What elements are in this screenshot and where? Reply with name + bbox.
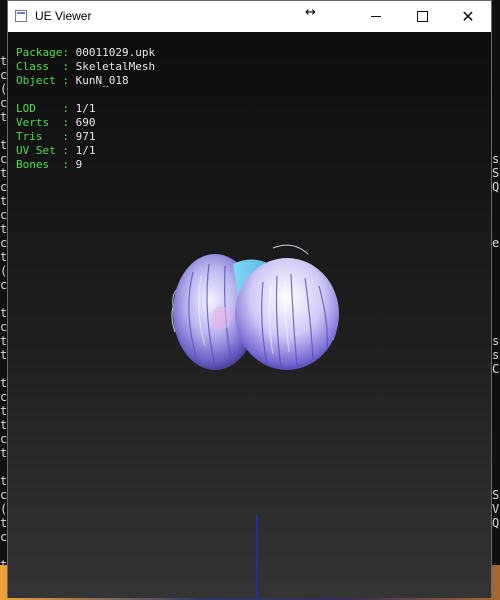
mesh-viewport[interactable]: Package: 00011029.upk Class : SkeletalMe…: [8, 32, 491, 598]
info-lod: LOD : 1/1: [16, 102, 95, 116]
console-char: e: [492, 236, 500, 250]
info-tris: Tris : 971: [16, 130, 95, 144]
info-verts-label: Verts :: [16, 116, 69, 129]
info-verts-value: 690: [75, 116, 96, 129]
info-class-value: SkeletalMesh: [75, 60, 156, 73]
info-tris-value: 971: [75, 130, 96, 143]
console-char: S: [492, 488, 500, 502]
info-uvset: UV Set : 1/1: [16, 144, 95, 158]
minimize-icon: [371, 16, 381, 17]
hair-mesh-render: [171, 244, 339, 370]
console-char: C: [492, 362, 500, 376]
console-char: V: [492, 502, 500, 516]
console-char: S: [492, 166, 500, 180]
info-class: Class : SkeletalMesh: [16, 60, 155, 74]
app-window-icon: [15, 10, 27, 22]
info-uvset-label: UV Set :: [16, 144, 69, 157]
close-icon: ✕: [461, 6, 475, 26]
info-package-label: Package:: [16, 46, 69, 59]
maximize-button[interactable]: [399, 1, 445, 32]
ue-viewer-window: UE Viewer ↔ ✕ Package: 00011029.upk Clas…: [7, 0, 492, 598]
info-uvset-value: 1/1: [75, 144, 96, 157]
console-char: Q: [492, 516, 500, 530]
info-object-label: Object :: [16, 74, 69, 87]
info-lod-label: LOD :: [16, 102, 69, 115]
info-lod-value: 1/1: [75, 102, 96, 115]
resize-cursor-icon: ↔: [305, 5, 316, 20]
close-button[interactable]: ✕: [445, 1, 491, 32]
maximize-icon: [416, 11, 428, 22]
info-package: Package: 00011029.upk: [16, 46, 155, 60]
info-object: Object : KunN_018: [16, 74, 129, 88]
console-char: Q: [492, 180, 500, 194]
info-bones-value: 9: [75, 158, 83, 171]
info-bones-label: Bones :: [16, 158, 69, 171]
console-char: s: [492, 152, 500, 166]
info-class-label: Class :: [16, 60, 69, 73]
minimize-button[interactable]: [353, 1, 399, 32]
info-bones: Bones : 9: [16, 158, 82, 172]
console-char: s: [492, 348, 500, 362]
title-bar[interactable]: UE Viewer ↔ ✕: [8, 1, 491, 32]
info-tris-label: Tris :: [16, 130, 69, 143]
window-title: UE Viewer: [35, 9, 92, 23]
z-axis-line: [256, 514, 258, 598]
info-object-value: KunN_018: [75, 74, 129, 87]
info-package-value: 00011029.upk: [75, 46, 156, 59]
console-char: s: [492, 334, 500, 348]
info-verts: Verts : 690: [16, 116, 95, 130]
